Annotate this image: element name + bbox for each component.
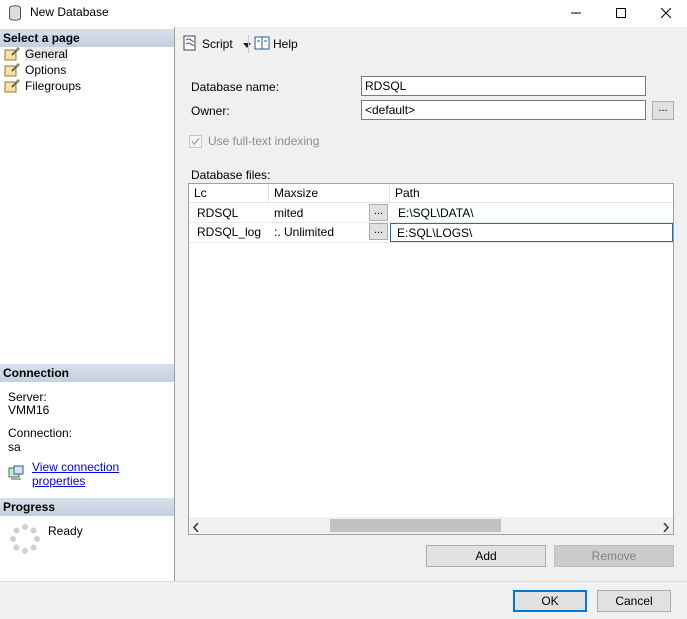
column-header-path[interactable]: Path	[390, 184, 673, 203]
select-page-header: Select a page	[0, 29, 174, 47]
owner-browse-button[interactable]: ...	[652, 101, 674, 120]
add-button[interactable]: Add	[426, 545, 546, 567]
checkbox-box	[189, 134, 202, 148]
database-files-label: Database files:	[191, 168, 271, 182]
connection-properties-icon	[8, 465, 24, 484]
path-edit-input[interactable]: E:SQL\LOGS\	[390, 223, 673, 242]
minimize-icon	[571, 7, 581, 21]
column-header-maxsize[interactable]: Maxsize	[269, 184, 390, 203]
owner-input[interactable]: <default>	[361, 100, 646, 120]
database-name-label: Database name:	[191, 80, 280, 94]
database-icon	[8, 5, 22, 21]
ok-button[interactable]: OK	[513, 590, 587, 612]
footer-divider	[0, 581, 687, 582]
server-value: VMM16	[8, 403, 50, 417]
database-files-grid[interactable]: Lc Maxsize Path RDSQL mited ... E:\SQL\D…	[188, 183, 674, 535]
script-label: Script	[202, 37, 233, 51]
scroll-left-icon[interactable]	[192, 521, 199, 535]
cancel-button[interactable]: Cancel	[597, 590, 671, 612]
title-bar: New Database	[0, 0, 687, 27]
toolbar-separator	[248, 35, 249, 53]
table-cell-logical[interactable]: RDSQL	[189, 204, 269, 223]
table-cell-path[interactable]: E:\SQL\DATA\	[390, 204, 673, 223]
connection-header: Connection	[0, 364, 174, 382]
horizontal-scrollbar[interactable]	[189, 517, 673, 534]
window-title: New Database	[30, 5, 109, 19]
page-item-general[interactable]: General	[4, 46, 68, 62]
help-button[interactable]: Help	[254, 34, 298, 54]
maximize-button[interactable]	[598, 0, 644, 27]
table-cell-maxsize[interactable]: mited	[269, 204, 369, 223]
page-item-options[interactable]: Options	[4, 62, 66, 78]
page-item-label: Options	[25, 63, 67, 77]
progress-header: Progress	[0, 498, 174, 516]
table-cell-maxsize[interactable]: :. Unlimited	[269, 223, 369, 242]
script-button[interactable]: Script	[182, 34, 251, 54]
view-connection-link[interactable]: View connection properties	[32, 460, 174, 488]
page-item-filegroups[interactable]: Filegroups	[4, 78, 81, 94]
help-label: Help	[273, 37, 298, 51]
connection-value: sa	[8, 440, 21, 454]
connection-label: Connection:	[8, 426, 73, 440]
fulltext-label: Use full-text indexing	[208, 134, 320, 148]
scrollbar-thumb[interactable]	[330, 519, 501, 532]
chevron-down-icon[interactable]	[242, 37, 251, 51]
progress-spinner-icon	[9, 523, 41, 558]
server-label: Server:	[8, 390, 47, 404]
help-icon	[254, 35, 270, 54]
progress-status: Ready	[48, 524, 83, 538]
database-name-input[interactable]: RDSQL	[361, 76, 646, 96]
toolbar: Script Help	[176, 27, 687, 60]
close-button[interactable]	[643, 0, 687, 27]
minimize-button[interactable]	[553, 0, 599, 27]
table-cell-logical[interactable]: RDSQL_log	[189, 223, 269, 242]
maximize-icon	[616, 7, 626, 21]
column-header-logical[interactable]: Lc	[189, 184, 269, 203]
wrench-page-icon	[4, 79, 20, 93]
remove-button[interactable]: Remove	[554, 545, 674, 567]
row-divider	[189, 242, 673, 243]
wrench-page-icon	[4, 63, 20, 77]
owner-label: Owner:	[191, 104, 230, 118]
scroll-right-icon[interactable]	[663, 521, 670, 535]
left-pane: Select a page General Options Filegroups…	[0, 27, 175, 581]
page-item-label: General	[25, 47, 68, 61]
script-icon	[182, 35, 198, 54]
fulltext-checkbox[interactable]: Use full-text indexing	[189, 134, 319, 148]
view-connection-properties[interactable]: View connection properties	[8, 460, 174, 488]
close-icon	[660, 7, 672, 21]
wrench-page-icon	[4, 47, 20, 61]
maxsize-browse-button[interactable]: ...	[369, 204, 388, 221]
maxsize-browse-button[interactable]: ...	[369, 223, 388, 240]
page-item-label: Filegroups	[25, 79, 82, 93]
